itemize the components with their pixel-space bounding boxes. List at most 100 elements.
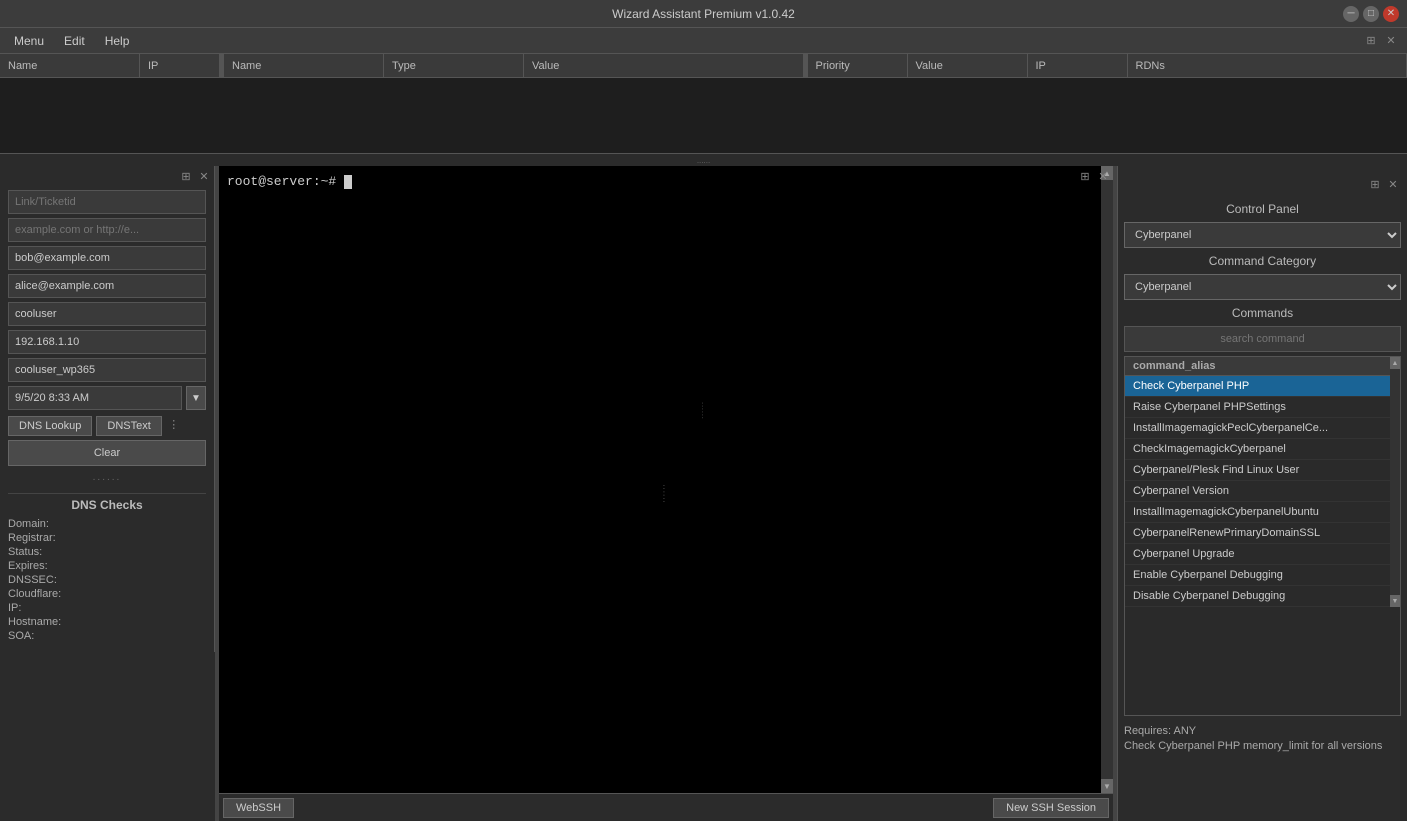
col-type: Type	[384, 54, 524, 77]
dns-registrar-label: Registrar:	[8, 532, 78, 544]
cmd-scroll-up[interactable]: ▲	[1390, 357, 1400, 369]
cmd-item-3[interactable]: CheckImagemagickCyberpanel	[1125, 439, 1400, 460]
cmd-item-8[interactable]: Cyberpanel Upgrade	[1125, 544, 1400, 565]
datetime-input[interactable]	[8, 386, 182, 410]
layout-icon-2[interactable]: ✕	[1383, 33, 1399, 49]
dns-domain-label: Domain:	[8, 518, 78, 530]
dns-button-row: DNS Lookup DNSText ⋮	[8, 416, 206, 436]
left-panel-icons: ⊞ ✕	[0, 166, 214, 186]
dns-text-button[interactable]: DNSText	[96, 416, 161, 436]
commands-label: Commands	[1124, 306, 1401, 320]
cmd-item-7[interactable]: CyberpanelRenewPrimaryDomainSSL	[1125, 523, 1400, 544]
control-panel-dropdown[interactable]: Cyberpanel	[1124, 222, 1401, 248]
ip-input[interactable]	[8, 330, 206, 354]
dns-expires-row: Expires:	[8, 560, 206, 572]
cmd-scroll-track	[1390, 369, 1400, 595]
cmd-item-4[interactable]: Cyberpanel/Plesk Find Linux User	[1125, 460, 1400, 481]
col-rdns: RDNs	[1128, 54, 1407, 77]
dns-cloudflare-label: Cloudflare:	[8, 588, 78, 600]
cmd-scroll-down[interactable]: ▼	[1390, 595, 1400, 607]
commands-scrollbar[interactable]: ▲ ▼	[1390, 357, 1400, 607]
ssh-toolbar: WebSSH New SSH Session	[219, 793, 1113, 821]
clear-button[interactable]: Clear	[8, 440, 206, 466]
cmd-item-0[interactable]: Check Cyberpanel PHP	[1125, 376, 1400, 397]
cmd-item-9[interactable]: Enable Cyberpanel Debugging	[1125, 565, 1400, 586]
right-close-icon[interactable]: ✕	[1385, 176, 1401, 192]
commands-list-items: Check Cyberpanel PHPRaise Cyberpanel PHP…	[1125, 376, 1400, 607]
commands-list: command_alias Check Cyberpanel PHPRaise …	[1124, 356, 1401, 716]
dns-ip-label: IP:	[8, 602, 78, 614]
dns-status-label: Status:	[8, 546, 78, 558]
main-content: ⊞ ✕ ▼ DNS Lookup DNSText ⋮ Clear ......	[0, 166, 1407, 821]
menu-menu[interactable]: Menu	[4, 32, 54, 50]
ssh-prompt: root@server:~#	[227, 174, 344, 189]
dns-soa-row: SOA:	[8, 630, 206, 642]
command-category-dropdown[interactable]: Cyberpanel	[1124, 274, 1401, 300]
right-panel-header: ⊞ ✕	[1124, 172, 1401, 196]
scroll-down-button[interactable]: ▼	[1101, 779, 1113, 793]
dns-checks-title: DNS Checks	[8, 498, 206, 512]
right-panel: ⊞ ✕ Control Panel Cyberpanel Command Cat…	[1117, 166, 1407, 821]
username-input[interactable]	[8, 302, 206, 326]
ssh-expand-icon[interactable]: ⊞	[1077, 168, 1093, 184]
menu-bar: Menu Edit Help ⊞ ✕	[0, 28, 1407, 54]
maximize-button[interactable]: □	[1363, 6, 1379, 22]
cmd-column-header: command_alias	[1125, 357, 1400, 376]
ssh-scrollbar[interactable]: ▲ ▼	[1101, 166, 1113, 793]
col-ip2: IP	[1028, 54, 1128, 77]
dns-registrar-row: Registrar:	[8, 532, 206, 544]
cursor	[344, 175, 352, 189]
resize-row-top[interactable]: ......	[0, 154, 1407, 166]
cmd-item-5[interactable]: Cyberpanel Version	[1125, 481, 1400, 502]
command-category-label: Command Category	[1124, 254, 1401, 268]
requires-description: Check Cyberpanel PHP memory_limit for al…	[1124, 739, 1401, 754]
ssh-resize-handle[interactable]: ......	[658, 484, 674, 503]
ssh-close-icon[interactable]: ✕	[1095, 168, 1111, 184]
dns-soa-label: SOA:	[8, 630, 78, 642]
close-button[interactable]: ✕	[1383, 6, 1399, 22]
dns-lookup-button[interactable]: DNS Lookup	[8, 416, 92, 436]
menu-edit[interactable]: Edit	[54, 32, 95, 50]
panel-divider-dots: ......	[8, 470, 206, 485]
minimize-button[interactable]: ─	[1343, 6, 1359, 22]
col-value2: Value	[908, 54, 1028, 77]
dns-cloudflare-row: Cloudflare:	[8, 588, 206, 600]
left-section: ⊞ ✕ ▼ DNS Lookup DNSText ⋮ Clear ......	[0, 166, 215, 821]
cmd-item-1[interactable]: Raise Cyberpanel PHPSettings	[1125, 397, 1400, 418]
username2-input[interactable]	[8, 358, 206, 382]
datetime-row: ▼	[8, 386, 206, 410]
control-panel-label: Control Panel	[1124, 202, 1401, 216]
webssh-button[interactable]: WebSSH	[223, 798, 294, 818]
dns-dnssec-row: DNSSEC:	[8, 574, 206, 586]
expand-icon[interactable]: ⊞	[178, 168, 194, 184]
email2-input[interactable]	[8, 274, 206, 298]
email1-input[interactable]	[8, 246, 206, 270]
layout-icon-1[interactable]: ⊞	[1363, 33, 1379, 49]
close-panel-icon[interactable]: ✕	[196, 168, 212, 184]
divider-dots: ......	[700, 402, 707, 420]
cmd-item-10[interactable]: Disable Cyberpanel Debugging	[1125, 586, 1400, 607]
cmd-item-2[interactable]: InstallImagemagickPeclCyberpanelCe...	[1125, 418, 1400, 439]
cmd-item-6[interactable]: InstallImagemagickCyberpanelUbuntu	[1125, 502, 1400, 523]
search-command-input[interactable]	[1124, 326, 1401, 352]
table-body	[0, 78, 1407, 153]
right-expand-icon[interactable]: ⊞	[1367, 176, 1383, 192]
link-ticketid-input[interactable]	[8, 190, 206, 214]
menu-help[interactable]: Help	[95, 32, 140, 50]
requires-label: Requires: ANY	[1124, 724, 1401, 739]
ssh-terminal[interactable]: root@server:~#	[219, 166, 1113, 793]
left-panel: ⊞ ✕ ▼ DNS Lookup DNSText ⋮ Clear ......	[0, 166, 215, 652]
dns-hostname-row: Hostname:	[8, 616, 206, 628]
scroll-track	[1101, 180, 1113, 779]
more-options-icon[interactable]: ⋮	[166, 416, 182, 432]
dns-dnssec-label: DNSSEC:	[8, 574, 78, 586]
requires-section: Requires: ANY Check Cyberpanel PHP memor…	[1124, 720, 1401, 759]
dns-checks-section: DNS Checks Domain: Registrar: Status: Ex…	[8, 493, 206, 644]
col-ip1: IP	[140, 54, 220, 77]
new-session-button[interactable]: New SSH Session	[993, 798, 1109, 818]
domain-input[interactable]	[8, 218, 206, 242]
dns-hostname-label: Hostname:	[8, 616, 78, 628]
col-name2: Name	[224, 54, 384, 77]
window-controls: ─ □ ✕	[1343, 6, 1399, 22]
datetime-picker-button[interactable]: ▼	[186, 386, 206, 410]
